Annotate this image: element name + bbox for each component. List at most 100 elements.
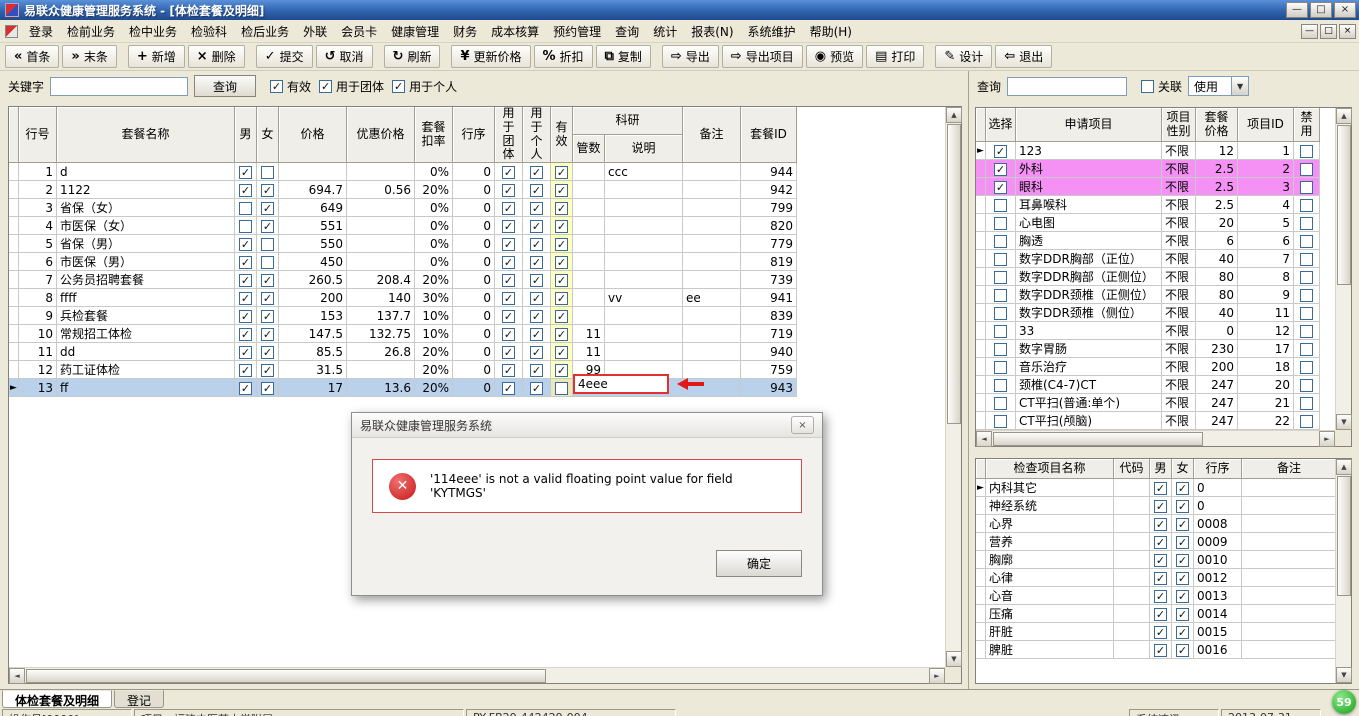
cell-tube-count[interactable]: 11 — [573, 343, 605, 362]
cell-disc-price[interactable]: 132.75 — [347, 325, 415, 344]
cell-price[interactable] — [279, 163, 347, 182]
cell-item-id[interactable]: 7 — [1238, 250, 1294, 268]
col-header-research[interactable]: 科研 — [573, 107, 684, 136]
cell-disc-price[interactable]: 0.56 — [347, 181, 415, 200]
valid-checkbox[interactable]: ✓ — [555, 273, 568, 287]
personal-checkbox[interactable]: ✓ — [530, 255, 543, 269]
cell-item-name[interactable]: 颈椎(C4-7)CT — [1016, 376, 1162, 394]
cell-valid[interactable]: ✓ — [551, 361, 573, 380]
table-row[interactable]: ► 内科其它 ✓ ✓ 0 — [976, 479, 1337, 497]
disabled-checkbox[interactable] — [1300, 342, 1313, 356]
maximize-button[interactable]: □ — [1310, 2, 1332, 18]
valid-checkbox[interactable]: ✓ — [555, 291, 568, 305]
cell-check-male[interactable]: ✓ — [1150, 641, 1172, 659]
cell-note[interactable] — [683, 361, 742, 380]
notification-badge[interactable]: 59 — [1332, 690, 1356, 714]
female-checkbox[interactable]: ✓ — [1176, 535, 1189, 549]
cell-item-disabled[interactable] — [1294, 196, 1320, 214]
cell-personal[interactable]: ✓ — [523, 289, 551, 308]
cell-seq[interactable]: 0 — [453, 163, 495, 182]
female-checkbox[interactable] — [261, 165, 274, 179]
table-row[interactable]: 数字DDR颈椎（侧位） 不限 40 11 — [976, 304, 1320, 322]
select-checkbox[interactable] — [994, 216, 1007, 230]
cell-note[interactable] — [683, 343, 742, 362]
menu-item[interactable]: 报表(N) — [684, 20, 740, 43]
cell-male[interactable]: ✓ — [235, 325, 257, 344]
cell-male[interactable]: ✓ — [235, 253, 257, 272]
close-button[interactable]: × — [1334, 2, 1356, 18]
cell-check-code[interactable] — [1114, 533, 1150, 551]
cell-personal[interactable]: ✓ — [523, 217, 551, 236]
cell-check-name[interactable]: 营养 — [986, 533, 1114, 551]
cell-valid[interactable]: ✓ — [551, 199, 573, 218]
cell-item-disabled[interactable] — [1294, 232, 1320, 250]
cell-female[interactable] — [257, 235, 279, 254]
male-checkbox[interactable]: ✓ — [1154, 625, 1167, 639]
cell-item-name[interactable]: 心电图 — [1016, 214, 1162, 232]
cell-item-id[interactable]: 12 — [1238, 322, 1294, 340]
cell-item-price[interactable]: 230 — [1196, 340, 1238, 358]
cell-check-seq[interactable]: 0 — [1194, 479, 1242, 497]
cell-tube-count[interactable] — [573, 181, 605, 200]
select-checkbox[interactable] — [994, 396, 1007, 410]
cell-item-id[interactable]: 3 — [1238, 178, 1294, 196]
cell-pkg-id[interactable]: 779 — [741, 235, 798, 254]
cell-item-disabled[interactable] — [1294, 286, 1320, 304]
cell-check-seq[interactable]: 0 — [1194, 497, 1242, 515]
cell-item-id[interactable]: 9 — [1238, 286, 1294, 304]
cell-item-name[interactable]: 33 — [1016, 322, 1162, 340]
cell-rate[interactable]: 20% — [415, 361, 453, 380]
cell-tube-count[interactable] — [573, 235, 605, 254]
cell-select[interactable] — [986, 322, 1016, 340]
cell-item-price[interactable]: 40 — [1196, 304, 1238, 322]
cell-personal[interactable]: ✓ — [523, 343, 551, 362]
cell-disc-price[interactable]: 208.4 — [347, 271, 415, 290]
menu-item[interactable]: 成本核算 — [484, 20, 546, 43]
menu-item[interactable]: 检前业务 — [60, 20, 122, 43]
cell-select[interactable] — [986, 232, 1016, 250]
cell-price[interactable]: 694.7 — [279, 181, 347, 200]
menu-item[interactable]: 检中业务 — [122, 20, 184, 43]
cell-item-name[interactable]: 音乐治疗 — [1016, 358, 1162, 376]
cell-check-female[interactable]: ✓ — [1172, 515, 1194, 533]
cell-item-disabled[interactable] — [1294, 376, 1320, 394]
cell-male[interactable]: ✓ — [235, 163, 257, 182]
valid-checkbox[interactable]: ✓ — [555, 183, 568, 197]
col-header-seq[interactable]: 行序 — [453, 107, 495, 164]
cell-check-male[interactable]: ✓ — [1150, 605, 1172, 623]
cell-item-price[interactable]: 200 — [1196, 358, 1238, 376]
table-row[interactable]: 3 省保（女） ✓ 649 0% 0 ✓ ✓ ✓ 799 — [9, 199, 798, 218]
female-checkbox[interactable]: ✓ — [1176, 589, 1189, 603]
female-checkbox[interactable] — [261, 255, 274, 269]
table-row[interactable]: 5 省保（男） ✓ 550 0% 0 ✓ ✓ ✓ 779 — [9, 235, 798, 254]
table-row[interactable]: 12 药工证体检 ✓ ✓ 31.5 20% 0 ✓ ✓ ✓ 99 759 — [9, 361, 798, 380]
dialog-title-bar[interactable]: 易联众健康管理服务系统 × — [352, 413, 822, 438]
cell-rate[interactable]: 0% — [415, 253, 453, 272]
cell-select[interactable]: ✓ — [986, 142, 1016, 160]
table-row[interactable]: 9 兵检套餐 ✓ ✓ 153 137.7 10% 0 ✓ ✓ ✓ 839 — [9, 307, 798, 326]
cell-item-price[interactable]: 80 — [1196, 286, 1238, 304]
table-row[interactable]: 11 dd ✓ ✓ 85.5 26.8 20% 0 ✓ ✓ ✓ 11 940 — [9, 343, 798, 362]
col-header-note[interactable]: 备注 — [683, 107, 742, 164]
cell-valid[interactable]: ✓ — [551, 343, 573, 362]
cell-select[interactable]: ✓ — [986, 160, 1016, 178]
mdi-close-button[interactable]: × — [1339, 23, 1356, 39]
cell-group[interactable]: ✓ — [495, 163, 523, 182]
cell-female[interactable]: ✓ — [257, 361, 279, 380]
status-news[interactable]: 系统速讯 — [1129, 709, 1219, 716]
cell-check-code[interactable] — [1114, 479, 1150, 497]
cell-desc[interactable] — [605, 271, 684, 290]
cell-personal[interactable]: ✓ — [523, 379, 551, 398]
cell-tube-count[interactable] — [573, 163, 605, 182]
cell-desc[interactable] — [605, 235, 684, 254]
cell-disc-price[interactable] — [347, 361, 415, 380]
table-row[interactable]: 7 公务员招聘套餐 ✓ ✓ 260.5 208.4 20% 0 ✓ ✓ ✓ 73… — [9, 271, 798, 290]
cell-item-disabled[interactable] — [1294, 178, 1320, 196]
filter-option[interactable]: ✓ 用于团体 — [319, 78, 384, 95]
col-header-check-male[interactable]: 男 — [1150, 459, 1172, 479]
cell-seq[interactable]: 0 — [453, 199, 495, 218]
cell-personal[interactable]: ✓ — [523, 235, 551, 254]
filter-checkbox[interactable]: ✓ — [392, 79, 406, 93]
cell-package-name[interactable]: 1122 — [57, 181, 235, 200]
cell-select[interactable] — [986, 340, 1016, 358]
